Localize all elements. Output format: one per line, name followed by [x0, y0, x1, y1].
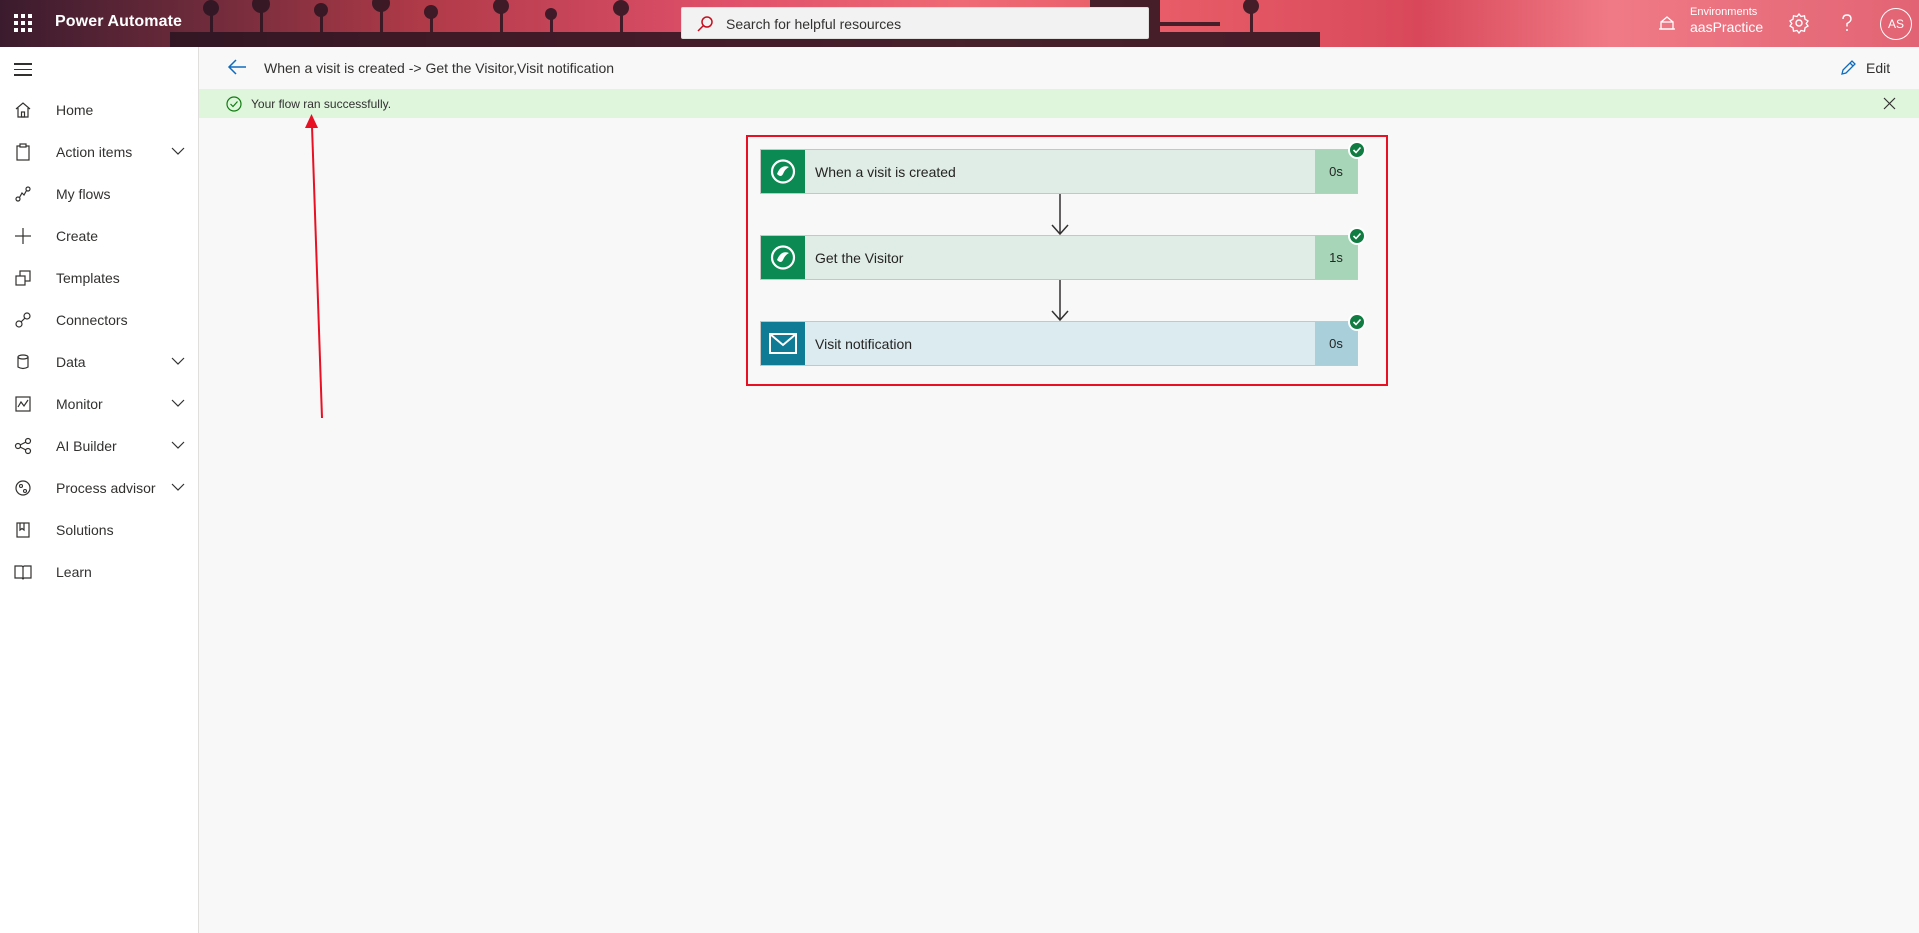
sidebar-item-label: Learn	[56, 564, 92, 580]
sidebar-item-label: Solutions	[56, 522, 114, 538]
step-name: Get the Visitor	[815, 250, 904, 266]
help-icon[interactable]	[1836, 12, 1858, 34]
settings-gear-icon[interactable]	[1788, 12, 1810, 34]
dataverse-icon	[761, 150, 805, 193]
sidebar-item-label: Monitor	[56, 396, 103, 412]
sidebar-item-templates[interactable]: Templates	[0, 258, 199, 298]
edit-button[interactable]: Edit	[1839, 56, 1899, 80]
chevron-down-icon[interactable]	[171, 356, 185, 366]
flow-step-visit-notification[interactable]: Visit notification 0s	[760, 313, 1366, 366]
sidebar-item-action-items[interactable]: Action items	[0, 132, 199, 172]
sidebar-item-learn[interactable]: Learn	[0, 552, 199, 592]
edit-label: Edit	[1866, 60, 1891, 76]
flows-icon	[15, 186, 31, 202]
sidebar-item-label: AI Builder	[56, 438, 117, 454]
book-icon	[14, 565, 32, 580]
pencil-icon	[1841, 60, 1856, 75]
process-advisor-icon	[15, 480, 31, 496]
environment-icon[interactable]	[1658, 14, 1676, 32]
chevron-down-icon[interactable]	[171, 482, 185, 492]
sidebar-item-create[interactable]: Create	[0, 216, 199, 256]
connector-arrow-icon	[1051, 280, 1069, 322]
success-check-icon	[226, 96, 242, 112]
sidebar-item-monitor[interactable]: Monitor	[0, 384, 199, 424]
home-icon	[15, 102, 31, 118]
success-check-icon	[1348, 141, 1366, 159]
sidebar-item-solutions[interactable]: Solutions	[0, 510, 199, 550]
environment-picker[interactable]: Environments aasPractice	[1690, 6, 1763, 35]
left-navigation: Home Action items My flows Create Templa…	[0, 47, 199, 933]
sidebar-item-connectors[interactable]: Connectors	[0, 300, 199, 340]
connector-arrow-icon	[1051, 194, 1069, 236]
step-name: When a visit is created	[815, 164, 956, 180]
flow-step-trigger[interactable]: When a visit is created 0s	[760, 141, 1366, 194]
search-icon	[697, 16, 713, 32]
sidebar-item-data[interactable]: Data	[0, 342, 199, 382]
sidebar-item-label: Home	[56, 102, 94, 118]
app-launcher-button[interactable]	[14, 14, 32, 32]
clipboard-icon	[16, 143, 30, 161]
templates-icon	[15, 270, 31, 286]
user-avatar[interactable]: AS	[1880, 8, 1912, 40]
dataverse-icon	[761, 236, 805, 279]
connectors-icon	[15, 312, 31, 328]
command-bar: When a visit is created -> Get the Visit…	[199, 47, 1919, 89]
database-icon	[17, 354, 29, 370]
chevron-down-icon[interactable]	[171, 440, 185, 450]
environment-value: aasPractice	[1690, 19, 1764, 35]
sidebar-item-home[interactable]: Home	[0, 90, 199, 130]
success-banner: Your flow ran successfully.	[199, 89, 1919, 118]
sidebar-item-label: Process advisor	[56, 480, 156, 496]
environment-label: Environments	[1690, 6, 1758, 18]
flow-title: When a visit is created -> Get the Visit…	[264, 60, 615, 76]
step-name: Visit notification	[815, 336, 913, 352]
sidebar-item-label: Create	[56, 228, 99, 244]
sidebar-item-process-advisor[interactable]: Process advisor	[0, 468, 199, 508]
back-arrow-icon[interactable]	[227, 58, 247, 76]
sidebar-item-label: My flows	[56, 186, 111, 202]
flow-step-get-the-visitor[interactable]: Get the Visitor 1s	[760, 227, 1366, 280]
sidebar-item-ai-builder[interactable]: AI Builder	[0, 426, 199, 466]
monitor-icon	[15, 396, 31, 412]
plus-icon	[15, 228, 31, 244]
search-box[interactable]: Search for helpful resources	[681, 7, 1149, 39]
close-icon[interactable]	[1883, 97, 1896, 110]
chevron-down-icon[interactable]	[171, 146, 185, 156]
top-header: Power Automate Search for helpful resour…	[0, 0, 1919, 47]
sidebar-item-label: Templates	[56, 270, 120, 286]
ai-builder-icon	[14, 437, 32, 455]
sidebar-item-label: Action items	[56, 144, 133, 160]
solutions-icon	[16, 522, 30, 538]
success-check-icon	[1348, 313, 1366, 331]
hamburger-menu-icon[interactable]	[14, 63, 32, 77]
mail-icon	[761, 322, 805, 365]
app-title[interactable]: Power Automate	[55, 13, 182, 31]
success-check-icon	[1348, 227, 1366, 245]
search-placeholder: Search for helpful resources	[726, 16, 902, 32]
sidebar-item-my-flows[interactable]: My flows	[0, 174, 199, 214]
sidebar-item-label: Connectors	[56, 312, 128, 328]
chevron-down-icon[interactable]	[171, 398, 185, 408]
sidebar-item-label: Data	[56, 354, 86, 370]
banner-message: Your flow ran successfully.	[251, 97, 392, 111]
